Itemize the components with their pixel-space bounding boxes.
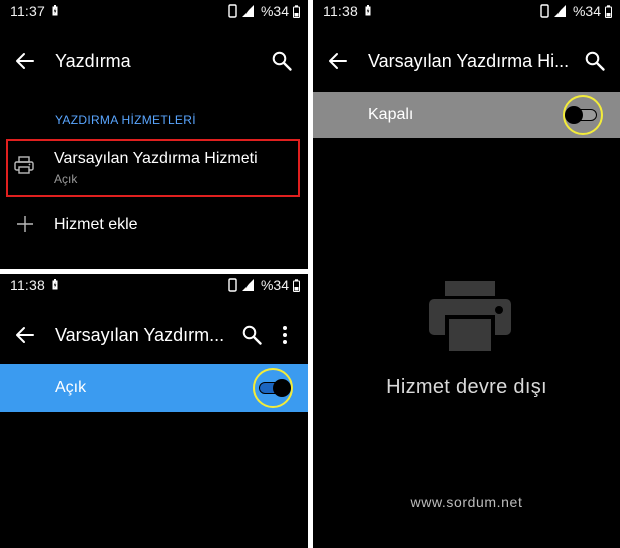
battery-charging-icon <box>52 279 58 290</box>
master-toggle-bar[interactable]: Açık <box>0 364 308 412</box>
highlight-callout <box>6 139 300 197</box>
toggle-state-label: Açık <box>55 379 87 396</box>
list-item-add-service[interactable]: Hizmet ekle <box>0 205 308 245</box>
back-arrow-icon[interactable] <box>14 324 36 346</box>
screen-service-disabled: 11:38 %34 Varsayılan Yazdırma Hi... Kapa… <box>313 0 620 548</box>
signal-icon <box>553 5 566 17</box>
search-icon[interactable] <box>271 50 293 72</box>
screen-service-enabled: 11:38 %34 Varsayılan Yazdırm... Açık <box>0 274 308 548</box>
status-time: 11:38 <box>323 3 358 19</box>
signal-icon <box>241 5 254 17</box>
battery-icon <box>605 4 612 18</box>
battery-charging-icon <box>365 5 371 16</box>
page-title: Varsayılan Yazdırm... <box>55 325 225 345</box>
status-time: 11:37 <box>10 3 45 19</box>
empty-state-message: Hizmet devre dışı <box>386 376 547 398</box>
more-options-icon[interactable] <box>281 325 289 345</box>
battery-icon <box>293 4 300 18</box>
status-time: 11:38 <box>10 277 45 293</box>
status-bar: 11:38 %34 <box>313 0 620 22</box>
section-header: YAZDIRMA HİZMETLERİ <box>55 113 196 127</box>
service-toggle-switch[interactable] <box>565 106 601 124</box>
search-icon[interactable] <box>241 324 263 346</box>
watermark: www.sordum.net <box>410 494 523 510</box>
phone-icon <box>540 4 549 18</box>
phone-icon <box>228 4 237 18</box>
battery-percent: %34 <box>572 3 601 19</box>
signal-icon <box>241 279 254 291</box>
page-title: Varsayılan Yazdırma Hi... <box>368 51 570 71</box>
back-arrow-icon[interactable] <box>327 50 349 72</box>
battery-icon <box>293 278 300 292</box>
plus-icon <box>17 216 33 232</box>
back-arrow-icon[interactable] <box>14 50 36 72</box>
service-toggle-switch[interactable] <box>255 379 291 397</box>
screen-print-settings: 11:37 %34 Yazdırma YAZDIRMA HİZMETLERİ V… <box>0 0 308 269</box>
printer-icon <box>429 281 511 353</box>
battery-percent: %34 <box>260 277 289 293</box>
status-bar: 11:37 %34 <box>0 0 308 22</box>
toggle-state-label: Kapalı <box>368 106 414 123</box>
battery-percent: %34 <box>260 3 289 19</box>
status-bar: 11:38 %34 <box>0 274 308 296</box>
add-service-label: Hizmet ekle <box>54 216 138 233</box>
search-icon[interactable] <box>584 50 606 72</box>
battery-charging-icon <box>52 5 58 16</box>
phone-icon <box>228 278 237 292</box>
page-title: Yazdırma <box>55 51 131 71</box>
master-toggle-bar[interactable]: Kapalı <box>313 92 620 138</box>
